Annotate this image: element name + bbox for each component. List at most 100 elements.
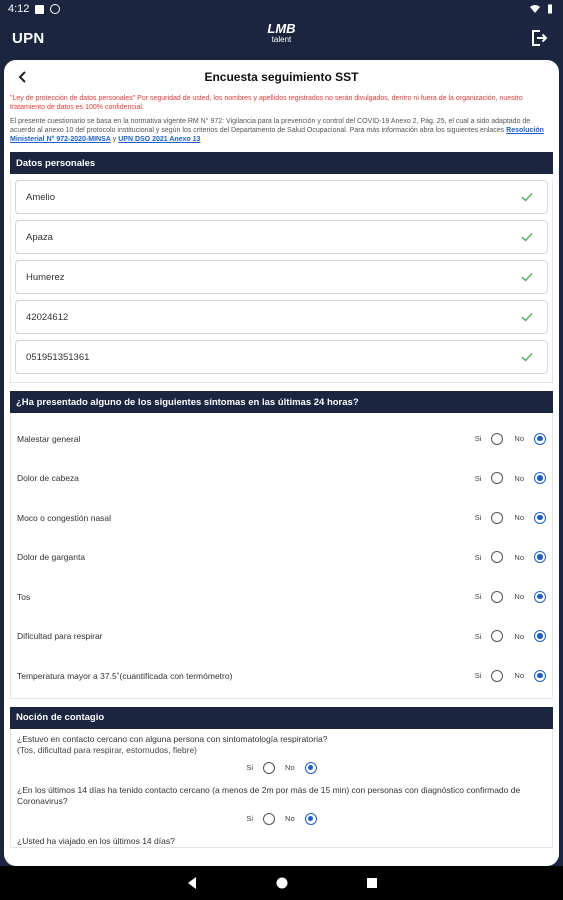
battery-icon xyxy=(548,4,552,14)
info-notice: El presente cuestionario se basa en la n… xyxy=(4,117,559,144)
section-personal-header: Datos personales xyxy=(10,152,553,174)
survey-card: Encuesta seguimiento SST "Ley de protecc… xyxy=(4,60,559,866)
q2-radio-yes[interactable] xyxy=(263,812,276,825)
question-1-text: ¿Estuvo en contacto cercano con alguna p… xyxy=(17,733,328,744)
privacy-notice: "Ley de protección de datos personales" … xyxy=(10,95,523,111)
symptom-radio-yes[interactable] xyxy=(491,511,504,524)
symptom-label: Malestar general xyxy=(17,433,81,444)
logo-line2: talent xyxy=(271,35,292,44)
back-arrow-icon[interactable] xyxy=(14,68,32,86)
field-first-name[interactable]: Amelio xyxy=(15,180,548,214)
symptom-radio-yes[interactable] xyxy=(491,551,504,564)
question-2-text: ¿En los últimos 14 días ha tenido contac… xyxy=(17,784,521,806)
field-value: Amelio xyxy=(26,191,56,203)
q1-radio-yes[interactable] xyxy=(263,761,276,774)
yes-label: Si xyxy=(474,671,482,681)
nav-recents-icon[interactable] xyxy=(365,876,379,890)
status-bar: 4:12 xyxy=(0,0,563,18)
question-1: ¿Estuvo en contacto cercano con alguna p… xyxy=(11,729,552,756)
no-label: No xyxy=(514,671,524,681)
yes-label: Si xyxy=(474,592,482,602)
field-second-last-name[interactable]: Humerez xyxy=(15,260,548,294)
check-icon xyxy=(521,273,533,282)
yes-label: Si xyxy=(246,763,254,772)
field-value: 051951351361 xyxy=(26,351,90,363)
symptom-radio-no[interactable] xyxy=(534,669,546,682)
symptom-radio-yes[interactable] xyxy=(491,432,504,445)
app-bar: UPN LMB talent xyxy=(0,18,563,58)
nav-home-icon[interactable] xyxy=(275,876,289,890)
page-title: Encuesta seguimiento SST xyxy=(204,70,359,84)
nav-back-icon[interactable] xyxy=(185,876,199,890)
symptom-row: Tos Si No xyxy=(11,577,552,617)
symptom-label: Moco o congestión nasal xyxy=(17,512,112,523)
symptom-options: Si No xyxy=(475,656,546,696)
question-2: ¿En los últimos 14 días ha tenido contac… xyxy=(11,780,552,807)
symptom-row: Dificultad para respirar Si No xyxy=(11,617,552,657)
field-value: Humerez xyxy=(26,271,65,283)
field-value: Apaza xyxy=(26,231,53,243)
symptoms-list: Malestar general Si No Dolor de cabeza Si No M… xyxy=(10,413,553,699)
question-3: ¿Usted ha viajado en los últimos 14 días… xyxy=(11,831,552,847)
symptom-radio-yes[interactable] xyxy=(491,472,504,485)
symptom-radio-no[interactable] xyxy=(534,630,546,643)
symptom-radio-yes[interactable] xyxy=(491,630,504,643)
symptom-options: Si No xyxy=(475,459,546,499)
no-label: No xyxy=(514,434,524,444)
yes-label: Si xyxy=(474,473,482,483)
no-label: No xyxy=(285,763,295,772)
symptom-options: Si No xyxy=(475,538,546,578)
field-value: 42024612 xyxy=(26,311,69,323)
no-label: No xyxy=(514,552,524,562)
symptom-row: Moco o congestión nasal Si No xyxy=(11,498,552,538)
no-label: No xyxy=(514,631,524,641)
symptom-radio-no[interactable] xyxy=(534,590,546,603)
symptom-label: Dificultad para respirar xyxy=(17,631,103,642)
symptom-row: Dolor de cabeza Si No xyxy=(11,459,552,499)
symptom-row: Dolor de garganta Si No xyxy=(11,538,552,578)
symptom-radio-no[interactable] xyxy=(534,511,546,524)
symptom-label: Temperatura mayor a 37.5˚(cuantificada c… xyxy=(17,670,233,681)
logout-icon[interactable] xyxy=(529,28,549,48)
yes-label: Si xyxy=(474,513,482,523)
contagio-list: ¿Estuvo en contacto cercano con alguna p… xyxy=(10,728,553,848)
question-3-text: ¿Usted ha viajado en los últimos 14 días… xyxy=(17,835,175,846)
question-1-options: Si No xyxy=(11,756,552,780)
info-text: El presente cuestionario se basa en la n… xyxy=(10,118,531,134)
app-title: UPN xyxy=(12,29,45,47)
symptom-radio-no[interactable] xyxy=(534,432,546,445)
question-1-subtext: (Tos, dificultad para respirar, estornud… xyxy=(17,744,198,755)
check-icon xyxy=(521,353,533,362)
yes-label: Si xyxy=(474,434,482,444)
check-icon xyxy=(521,313,533,322)
yes-label: Si xyxy=(474,631,482,641)
symptom-radio-no[interactable] xyxy=(534,551,546,564)
no-label: No xyxy=(514,473,524,483)
section-contagio-header: Noción de contagio xyxy=(10,706,553,729)
check-icon xyxy=(521,233,533,242)
symptom-row: Temperatura mayor a 37.5˚(cuantificada c… xyxy=(11,656,552,696)
symptom-radio-yes[interactable] xyxy=(491,669,504,682)
link-upn-dso[interactable]: UPN DSO 2021 Anexo 13 xyxy=(118,136,200,143)
symptom-options: Si No xyxy=(475,617,546,657)
q1-radio-no[interactable] xyxy=(304,761,317,774)
symptom-label: Dolor de garganta xyxy=(17,552,86,563)
symptom-radio-no[interactable] xyxy=(534,472,546,485)
yes-label: Si xyxy=(246,814,254,823)
field-document-number[interactable]: 42024612 xyxy=(15,300,548,334)
symptom-radio-yes[interactable] xyxy=(491,590,504,603)
symptom-options: Si No xyxy=(475,419,546,459)
q2-radio-no[interactable] xyxy=(304,812,317,825)
field-last-name[interactable]: Apaza xyxy=(15,220,548,254)
no-label: No xyxy=(514,592,524,602)
card-header: Encuesta seguimiento SST xyxy=(4,60,559,94)
field-phone[interactable]: 051951351361 xyxy=(15,340,548,374)
status-time: 4:12 xyxy=(8,3,30,15)
symptom-label: Dolor de cabeza xyxy=(17,473,79,484)
notification-icon xyxy=(35,4,45,14)
no-label: No xyxy=(514,513,524,523)
personal-fields: Amelio Apaza Humerez 42024612 0519513513… xyxy=(10,180,553,383)
yes-label: Si xyxy=(474,552,482,562)
no-label: No xyxy=(285,814,295,823)
question-2-options: Si No xyxy=(11,807,552,831)
